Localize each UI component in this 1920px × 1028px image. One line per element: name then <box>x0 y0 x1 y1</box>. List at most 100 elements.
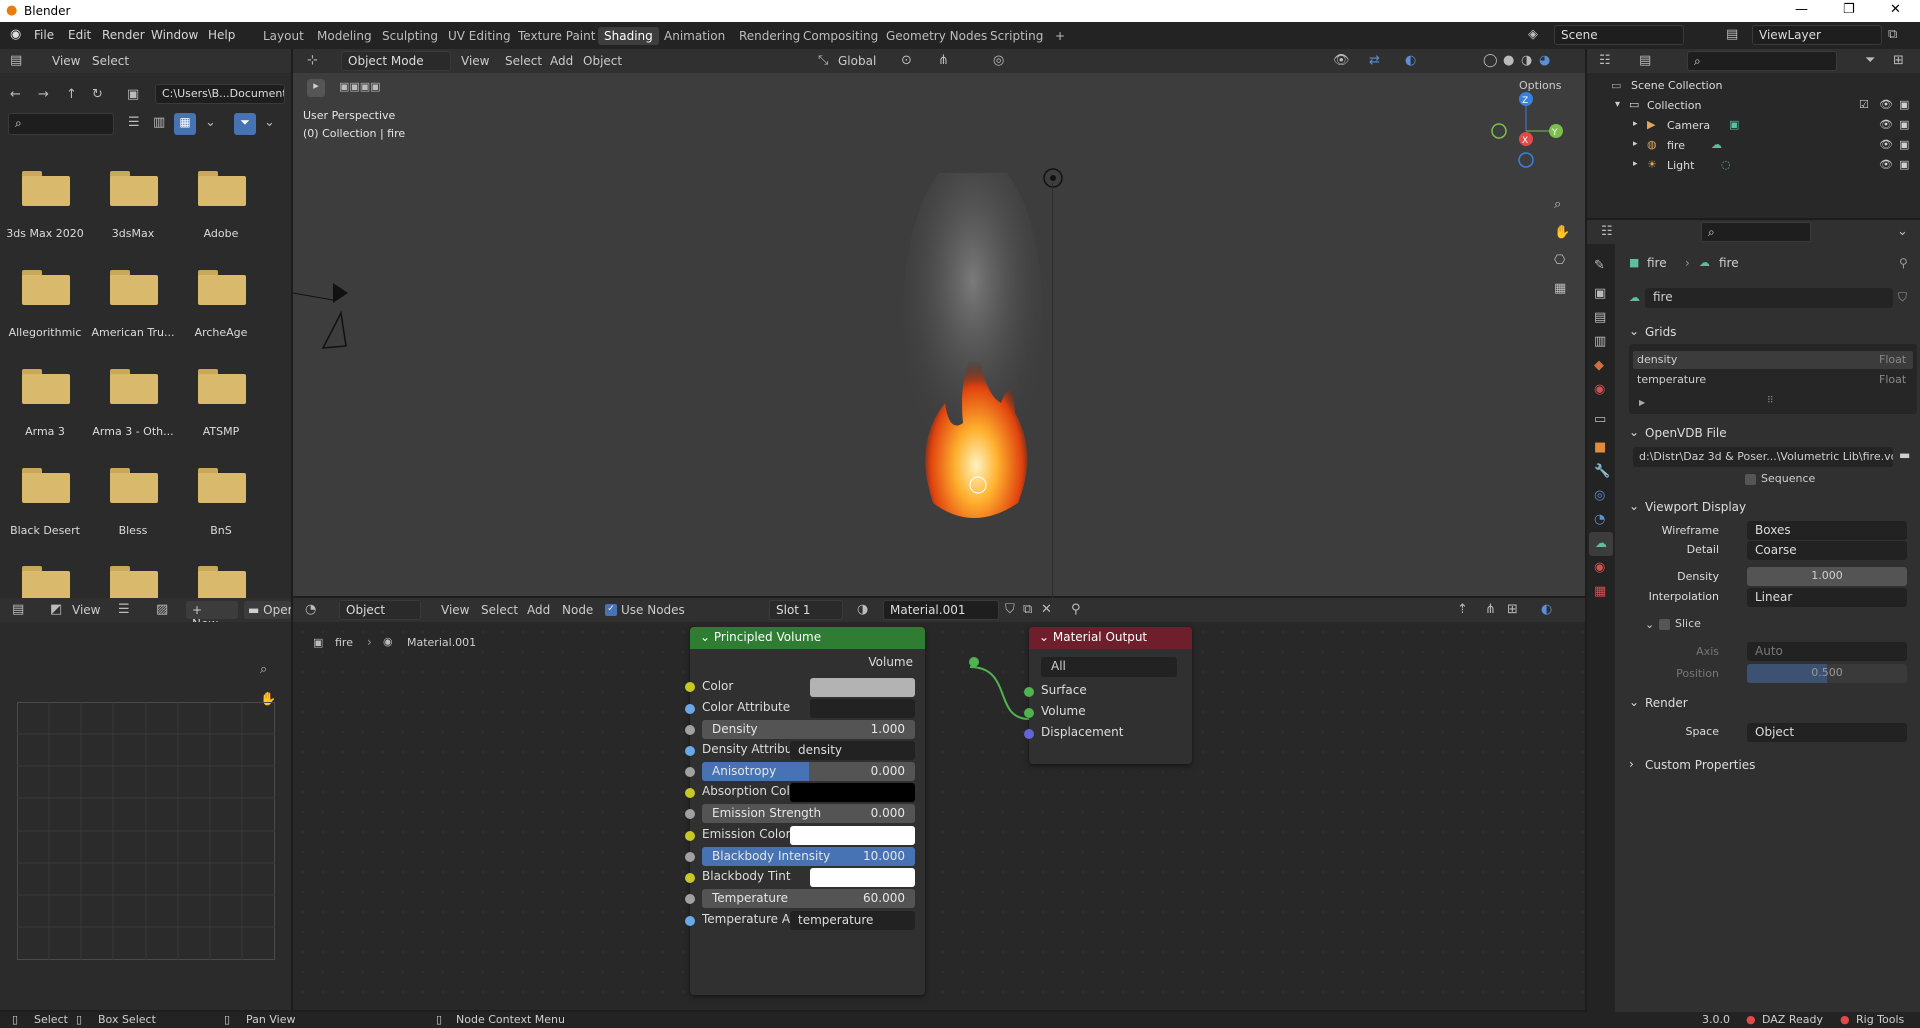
menu-help[interactable]: Help <box>208 28 235 42</box>
collapse-arrow-icon[interactable]: ⌄ <box>1039 630 1049 644</box>
blackbody-tint-socket[interactable] <box>685 873 695 883</box>
editor-type-icon[interactable]: ▤ <box>10 53 22 68</box>
collection-tab-icon[interactable]: ▭ <box>1594 412 1606 427</box>
navigation-gizmo[interactable]: Z Y X <box>1486 89 1566 169</box>
space-dropdown[interactable]: Object <box>1747 723 1907 742</box>
temperature-field[interactable]: Temperature 60.000 <box>702 889 915 908</box>
color-attribute-socket[interactable] <box>685 704 695 714</box>
fb-select-menu[interactable]: Select <box>92 54 129 68</box>
add-workspace-button[interactable]: + <box>1049 27 1071 45</box>
expand-arrow-icon[interactable]: ▸ <box>1633 119 1638 129</box>
folder-icon[interactable] <box>110 366 158 404</box>
viewport-object-menu[interactable]: Object <box>583 54 622 68</box>
density-attribute-field[interactable]: density <box>790 741 915 760</box>
overlays-icon[interactable]: ◐ <box>1405 53 1416 68</box>
tab-animation[interactable]: Animation <box>658 27 731 45</box>
render-section-title[interactable]: Render <box>1645 696 1688 710</box>
temperature-socket[interactable] <box>685 894 695 904</box>
folder-label[interactable]: 3dsMax <box>90 227 176 240</box>
viewport-add-menu[interactable]: Add <box>550 54 573 68</box>
tab-uv-editing[interactable]: UV Editing <box>442 27 517 45</box>
openvdb-section-arrow[interactable]: ⌄ <box>1629 425 1639 439</box>
camera-view-icon[interactable]: ⎔ <box>1554 253 1565 268</box>
object-mode-dropdown[interactable]: Object Mode <box>341 51 451 71</box>
folder-label[interactable]: Adobe <box>178 227 264 240</box>
checkbox-icon[interactable]: ☑ <box>1859 98 1869 111</box>
tab-compositing[interactable]: Compositing <box>797 27 884 45</box>
view-layer-tab-icon[interactable]: ▥ <box>1594 334 1606 349</box>
emission-color-socket[interactable] <box>685 831 695 841</box>
wireframe-shading-icon[interactable]: ◯ <box>1483 53 1498 68</box>
volume-data-icon[interactable]: ☁ <box>1711 138 1722 151</box>
zoom-icon[interactable]: ⌕ <box>1554 197 1561 212</box>
material-browse-icon[interactable]: ◑ <box>857 602 868 617</box>
eye-icon[interactable]: 👁 <box>1879 158 1893 171</box>
particles-tab-icon[interactable]: ◎ <box>1594 488 1605 503</box>
view-layer-icon[interactable]: ▤ <box>1726 27 1738 42</box>
back-icon[interactable]: ← <box>10 87 21 102</box>
display-dropdown-icon[interactable]: ⌄ <box>205 115 216 130</box>
list-expand-icon[interactable]: ▶ <box>1639 398 1645 407</box>
folder-icon[interactable] <box>22 267 70 305</box>
view-mode-icon[interactable]: ◩ <box>50 602 62 617</box>
new-image-button[interactable]: + New <box>186 601 238 631</box>
custom-props-arrow[interactable]: › <box>1629 757 1634 771</box>
grids-section-title[interactable]: Grids <box>1645 325 1676 339</box>
camera-restrict-icon[interactable]: ▣ <box>1899 118 1909 131</box>
hamburger-menu-icon[interactable]: ☰ <box>118 602 130 617</box>
pin-icon[interactable]: ⚲ <box>1071 602 1081 617</box>
horizontal-list-icon[interactable]: ▥ <box>153 115 165 130</box>
open-image-button[interactable]: ▬ Open <box>244 601 291 619</box>
minimize-button[interactable]: — <box>1795 2 1808 17</box>
scene-collection-label[interactable]: Scene Collection <box>1631 79 1722 92</box>
color-attribute-field[interactable] <box>810 699 915 718</box>
fb-view-menu[interactable]: View <box>52 54 80 68</box>
outliner-search[interactable]: ⌕ <box>1687 51 1837 71</box>
collection-label[interactable]: Collection <box>1647 99 1701 112</box>
density-field[interactable]: 1.000 <box>1747 567 1907 586</box>
folder-icon[interactable] <box>198 366 246 404</box>
daz-status[interactable]: DAZ Ready <box>1762 1013 1823 1026</box>
tab-scripting[interactable]: Scripting <box>984 27 1049 45</box>
anisotropy-socket[interactable] <box>685 767 695 777</box>
node-add-menu[interactable]: Add <box>527 603 550 617</box>
folder-icon[interactable] <box>22 366 70 404</box>
tab-geometry-nodes[interactable]: Geometry Nodes <box>880 27 993 45</box>
eye-icon[interactable]: 👁 <box>1879 98 1893 111</box>
select-tool-icon[interactable]: ▸ <box>307 79 325 97</box>
folder-icon[interactable] <box>22 465 70 503</box>
node-editor-canvas[interactable]: ▣ fire › ◉ Material.001 ⌄ Principled Vol… <box>293 622 1585 1010</box>
folder-icon[interactable] <box>22 563 70 601</box>
rendered-shading-icon[interactable]: ◕ <box>1539 53 1550 68</box>
expand-arrow-icon[interactable]: ▸ <box>1633 139 1638 149</box>
folder-label[interactable]: ArcheAge <box>178 326 264 339</box>
camera-data-icon[interactable]: ▣ <box>1729 118 1739 131</box>
editor-type-icon[interactable]: ◔ <box>305 602 316 617</box>
outliner-editor-icon[interactable]: ☷ <box>1599 53 1611 68</box>
scene-selector[interactable]: Scene <box>1554 25 1684 45</box>
blender-menu-icon[interactable]: ◉ <box>10 27 21 42</box>
material-tab-icon[interactable]: ◉ <box>1594 560 1605 575</box>
detail-dropdown[interactable]: Coarse <box>1747 541 1907 560</box>
emission-strength-field[interactable]: Emission Strength 0.000 <box>702 804 915 823</box>
filter-icon[interactable]: ⏷ <box>1865 53 1875 68</box>
tab-layout[interactable]: Layout <box>257 27 310 45</box>
file-path-field[interactable]: C:\Users\B...Documents\ <box>155 84 285 104</box>
openvdb-section-title[interactable]: OpenVDB File <box>1645 426 1727 440</box>
new-collection-icon[interactable]: ⊞ <box>1893 53 1904 68</box>
camera-restrict-icon[interactable]: ▣ <box>1899 98 1909 111</box>
folder-icon[interactable] <box>110 168 158 206</box>
properties-search[interactable]: ⌕ <box>1701 222 1811 242</box>
density-field[interactable]: Density 1.000 <box>702 720 915 739</box>
node-node-menu[interactable]: Node <box>562 603 593 617</box>
menu-file[interactable]: File <box>34 28 54 42</box>
folder-label[interactable]: Allegorithmic <box>2 326 88 339</box>
light-data-icon[interactable]: ◌ <box>1721 158 1731 171</box>
viewport-view-menu[interactable]: View <box>461 54 489 68</box>
folder-label[interactable]: 3ds Max 2020 <box>2 227 88 240</box>
modifier-tab-icon[interactable]: 🔧 <box>1594 464 1610 479</box>
interpolation-dropdown[interactable]: Linear <box>1747 588 1907 607</box>
folder-label[interactable]: BnS <box>178 524 264 537</box>
temperature-attribute-field[interactable]: temperature <box>790 911 915 930</box>
folder-icon[interactable] <box>110 465 158 503</box>
